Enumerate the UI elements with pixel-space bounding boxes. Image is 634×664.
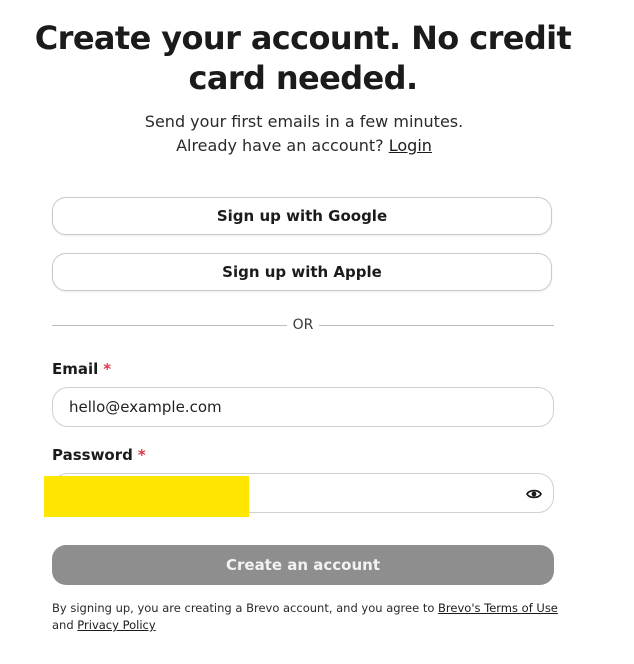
divider-line-left — [52, 324, 287, 326]
email-label-text: Email — [52, 360, 99, 378]
eye-icon[interactable] — [525, 486, 543, 500]
password-required-marker: * — [137, 446, 146, 464]
email-field[interactable] — [53, 389, 509, 425]
page-subtitle: Send your first emails in a few minutes.… — [118, 110, 490, 158]
legal-text: By signing up, you are creating a Brevo … — [52, 601, 435, 615]
email-required-marker: * — [103, 360, 112, 378]
divider-line-right — [319, 324, 554, 326]
signup-page: Create your account. No credit card need… — [0, 0, 634, 664]
terms-of-use-link[interactable]: Brevo's Terms of Use — [438, 601, 558, 615]
redaction-overlay — [44, 476, 249, 517]
privacy-policy-link[interactable]: Privacy Policy — [77, 618, 155, 632]
password-label-text: Password — [52, 446, 133, 464]
sign-up-with-google-button[interactable]: Sign up with Google — [52, 197, 552, 235]
sign-up-with-apple-button[interactable]: Sign up with Apple — [52, 253, 552, 291]
google-button-label: Sign up with Google — [216, 207, 388, 225]
or-divider: OR — [52, 315, 554, 335]
page-title: Create your account. No credit card need… — [34, 19, 572, 97]
legal-and-text: and — [52, 618, 74, 632]
apple-button-label: Sign up with Apple — [222, 263, 382, 281]
legal-notice: By signing up, you are creating a Brevo … — [52, 600, 562, 634]
email-label: Email * — [52, 360, 111, 378]
divider-label: OR — [292, 317, 314, 333]
email-field-wrapper — [52, 387, 554, 427]
login-link[interactable]: Login — [389, 136, 432, 155]
create-account-button[interactable]: Create an account — [52, 545, 554, 585]
create-account-label: Create an account — [225, 556, 381, 574]
password-label: Password * — [52, 446, 146, 464]
